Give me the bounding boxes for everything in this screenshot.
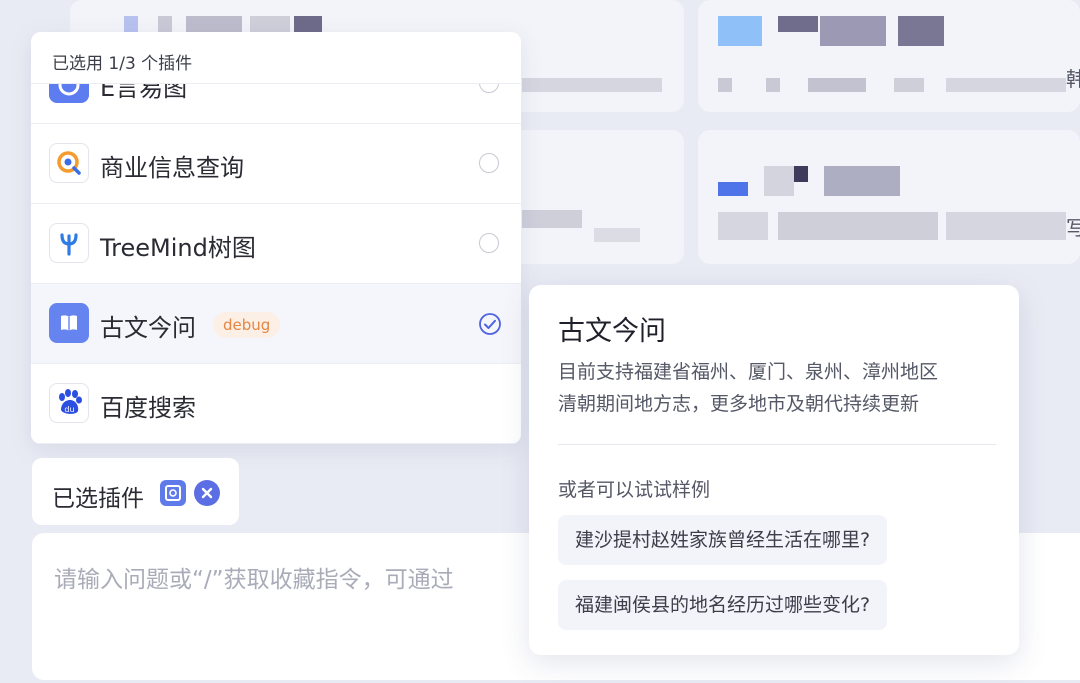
popover-title: 古文今问 [558, 316, 666, 347]
plugin-info-popover: 古文今问 目前支持福建省福州、厦门、泉州、漳州地区 清朝期间地方志，更多地市及朝… [529, 285, 1019, 655]
plugin-name: 百度搜索 [100, 394, 196, 422]
treemind-icon [49, 223, 89, 263]
close-icon[interactable] [194, 480, 220, 506]
popover-description: 目前支持福建省福州、厦门、泉州、漳州地区 清朝期间地方志，更多地市及朝代持续更新 [558, 356, 938, 420]
blurred-block [824, 166, 900, 196]
plugin-count-label: 已选用 1/3 个插件 [52, 54, 193, 74]
divider [558, 444, 996, 445]
blurred-block [764, 166, 794, 196]
blurred-block [522, 78, 662, 92]
blurred-block [894, 78, 924, 92]
blurred-block [718, 212, 768, 240]
plugin-row-baidu-search[interactable]: du 百度搜索 [31, 364, 521, 444]
blurred-block [820, 16, 886, 46]
book-icon [160, 480, 186, 506]
plugin-radio[interactable] [479, 233, 499, 253]
blurred-block [718, 182, 748, 196]
svg-text:du: du [64, 405, 74, 414]
example-question-chip[interactable]: 建沙提村赵姓家族曾经生活在哪里? [558, 515, 888, 565]
blurred-block [594, 228, 640, 242]
plugin-row-business-info[interactable]: 商业信息查询 [31, 124, 521, 204]
blurred-block [718, 16, 762, 46]
blurred-block [778, 16, 818, 32]
blurred-block [794, 166, 808, 182]
debug-badge: debug [213, 312, 281, 338]
business-search-icon [49, 143, 89, 183]
blurred-block [766, 78, 780, 92]
baidu-paw-icon: du [49, 383, 89, 423]
examples-hint: 或者可以试试样例 [558, 479, 711, 501]
plugin-name: TreeMind树图 [100, 234, 256, 262]
description-line: 目前支持福建省福州、厦门、泉州、漳州地区 [558, 361, 939, 383]
blurred-block [522, 210, 582, 228]
blurred-block [186, 16, 242, 32]
background-card [698, 130, 1080, 264]
blurred-block [946, 212, 1066, 240]
description-line: 清朝期间地方志，更多地市及朝代持续更新 [558, 393, 920, 415]
blurred-block [250, 16, 290, 32]
background-partial-text: 写 [1066, 216, 1080, 240]
blurred-block [778, 212, 938, 240]
check-circle-icon[interactable] [478, 312, 502, 336]
plugin-radio[interactable] [479, 153, 499, 173]
plugin-name: 商业信息查询 [100, 154, 244, 182]
blurred-block [294, 16, 322, 32]
plugin-name: 古文今问 [100, 314, 196, 342]
example-question-chip[interactable]: 福建闽侯县的地名经历过哪些变化? [558, 580, 888, 630]
blurred-block [946, 78, 1066, 92]
plugin-row-gu-wen-jin-wen[interactable]: 古文今问 debug [31, 284, 521, 364]
blurred-block [808, 78, 866, 92]
blurred-block [718, 78, 732, 92]
blurred-block [124, 16, 138, 32]
book-icon [49, 303, 89, 343]
selected-plugins-bar: 已选插件 [32, 458, 239, 525]
plugin-panel-header: 已选用 1/3 个插件 [31, 32, 521, 84]
blurred-block [158, 16, 172, 32]
blurred-block [898, 16, 944, 46]
input-placeholder: 请输入问题或“/”获取收藏指令，可通过 [54, 567, 454, 593]
plugin-row-treemind[interactable]: TreeMind树图 [31, 204, 521, 284]
selected-plugins-label: 已选插件 [52, 486, 144, 512]
plugin-selector-panel: 已选用 1/3 个插件 E言易图 商业信息查询 TreeMind树图 古文今问 … [31, 32, 521, 444]
background-partial-text: 韩 [1066, 67, 1080, 91]
